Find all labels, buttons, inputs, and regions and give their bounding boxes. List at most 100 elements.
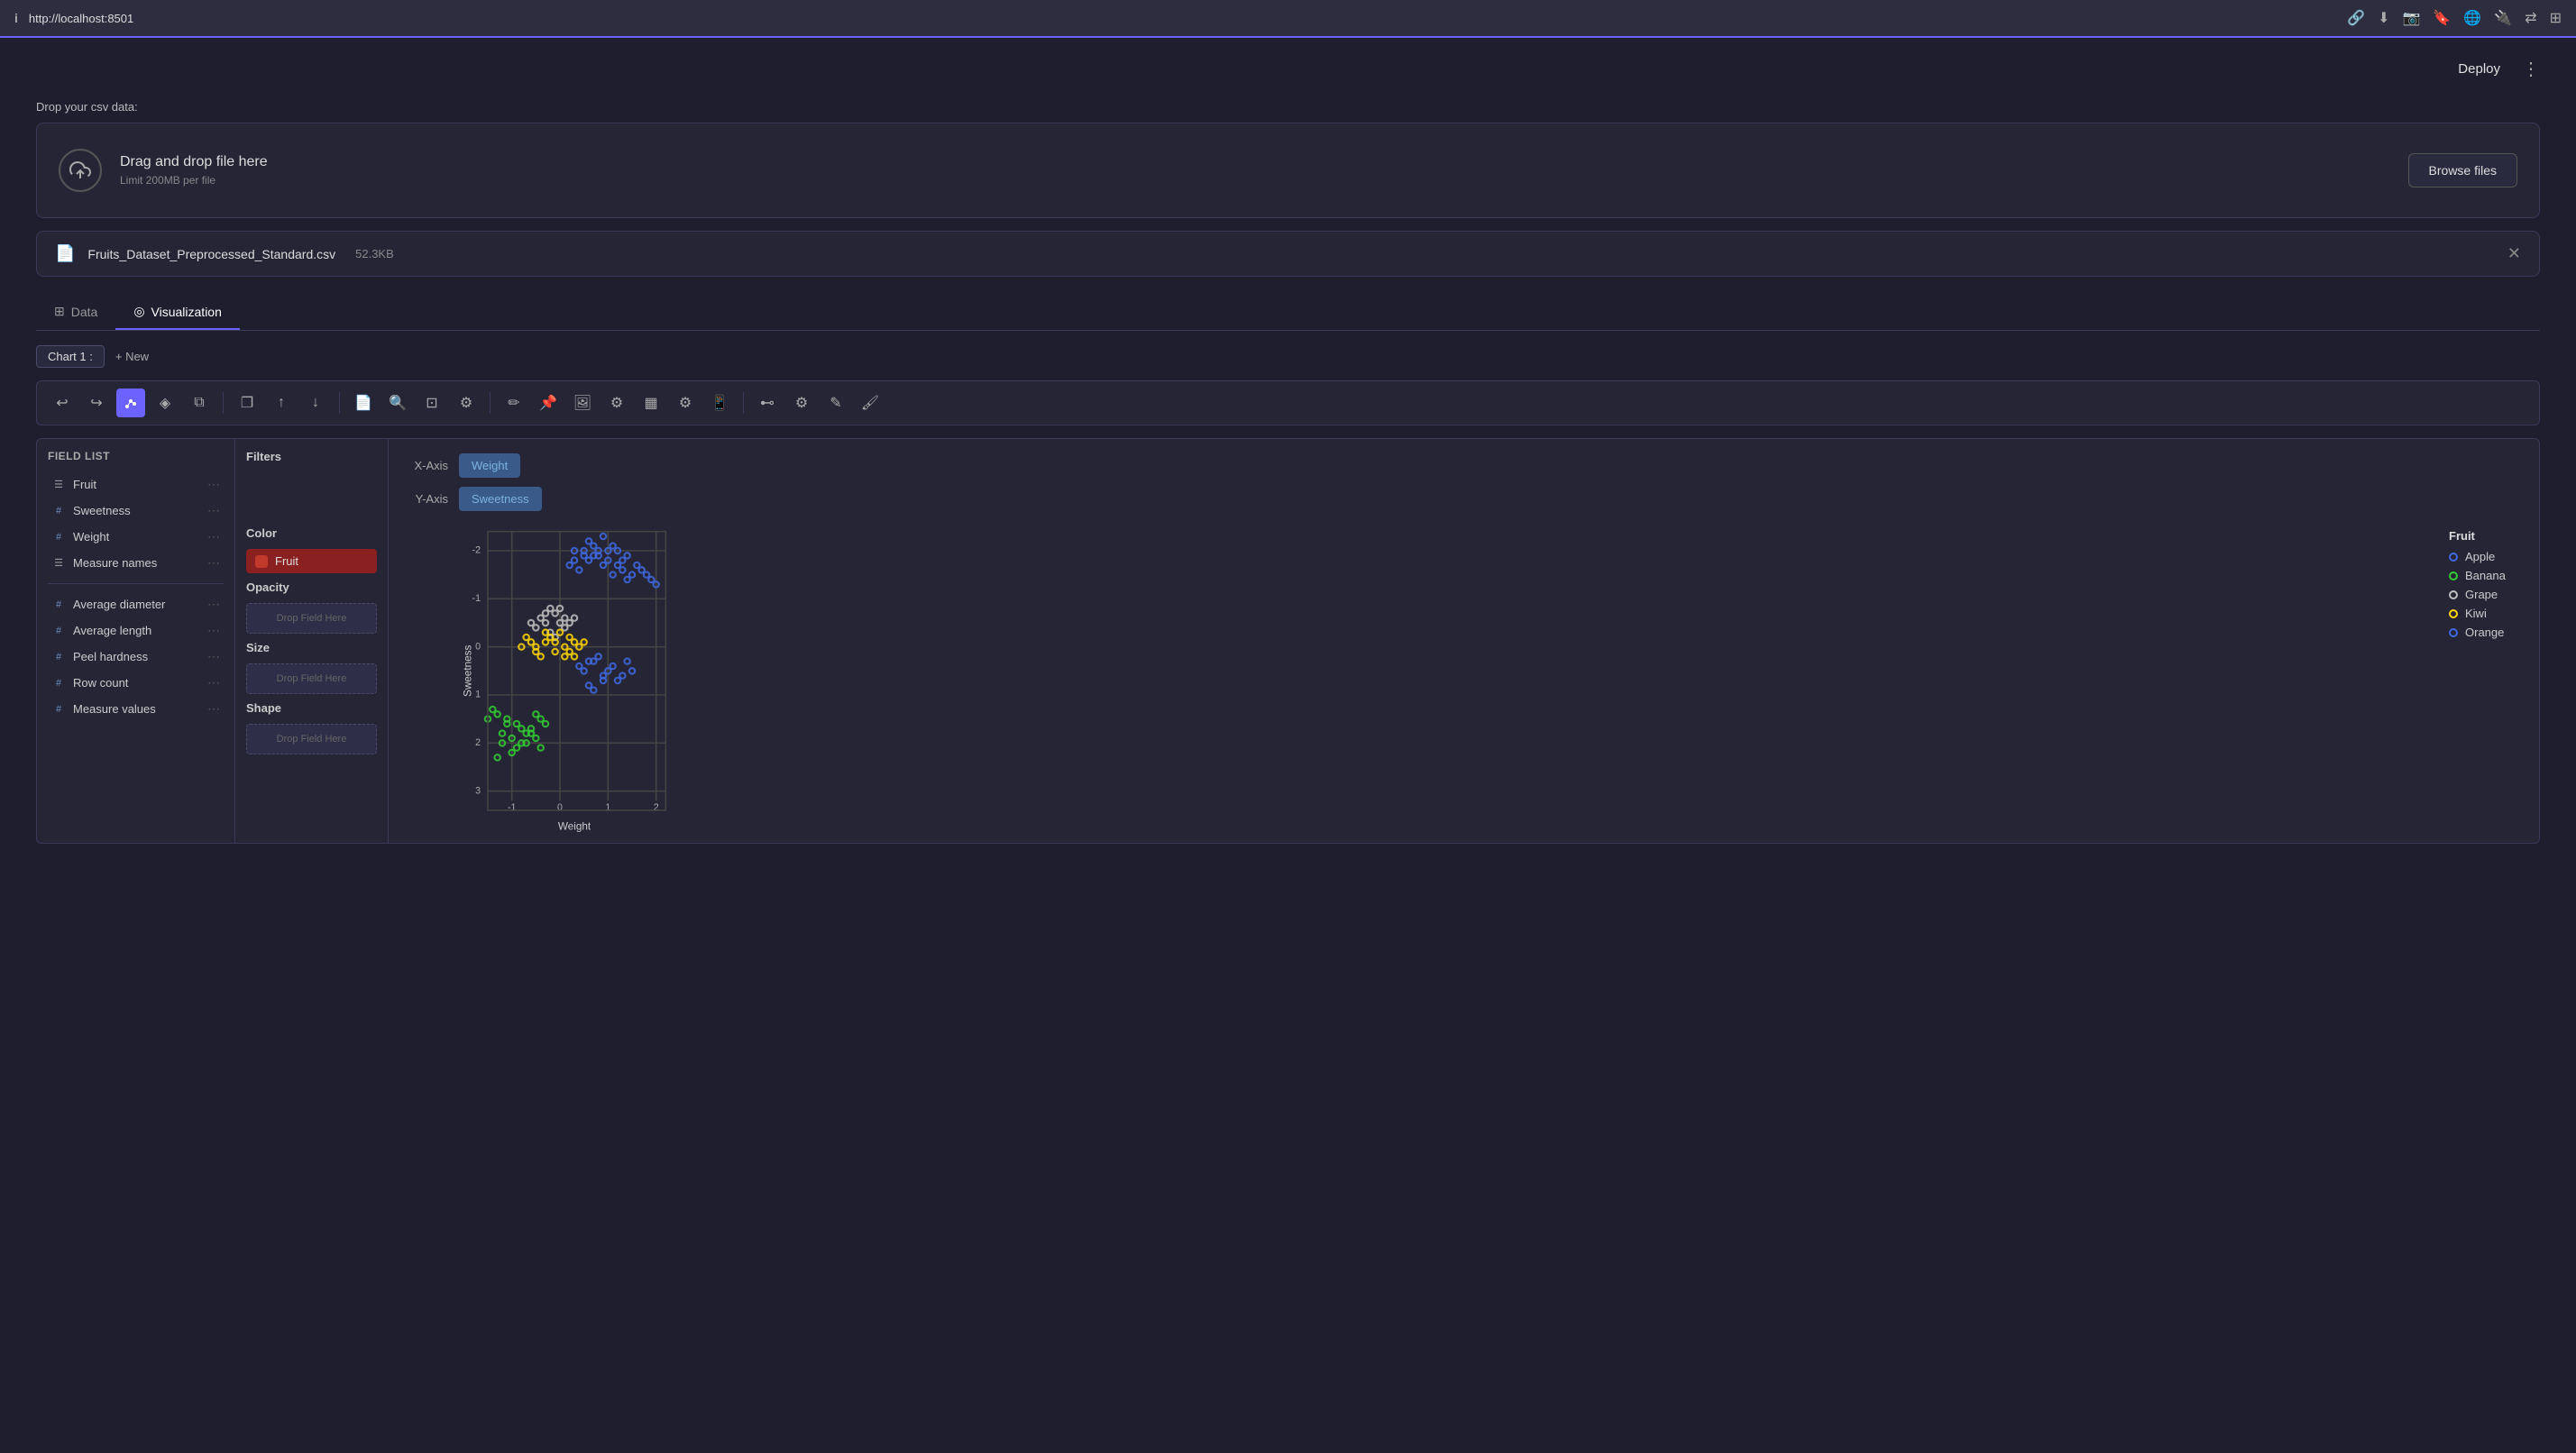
field-list-title: Field List bbox=[48, 450, 224, 462]
brush-button[interactable]: 🖌 bbox=[856, 388, 885, 417]
color-field-chip[interactable]: Fruit bbox=[246, 549, 377, 573]
redo-button[interactable]: ↪ bbox=[82, 388, 111, 417]
opacity-drop-zone[interactable]: Drop Field Here bbox=[246, 603, 377, 634]
field-item-fruit[interactable]: ☰ Fruit ⋯ bbox=[48, 471, 224, 498]
pin-button[interactable]: 📌 bbox=[534, 388, 563, 417]
svg-text:-2: -2 bbox=[472, 545, 481, 556]
chart-tabs: Chart 1 : + New bbox=[36, 345, 2540, 368]
more-menu-icon[interactable]: ⋮ bbox=[2522, 58, 2540, 80]
chart-1-tab[interactable]: Chart 1 : bbox=[36, 345, 105, 368]
color-chip-dot bbox=[255, 555, 268, 568]
field-more-weight[interactable]: ⋯ bbox=[207, 529, 220, 544]
legend-label-banana: Banana bbox=[2465, 569, 2506, 582]
legend-item-banana: Banana bbox=[2449, 569, 2510, 582]
field-more-peel-hardness[interactable]: ⋯ bbox=[207, 649, 220, 664]
field-name-row-count: Row count bbox=[73, 676, 200, 690]
size-drop-zone[interactable]: Drop Field Here bbox=[246, 663, 377, 694]
field-more-avg-length[interactable]: ⋯ bbox=[207, 623, 220, 638]
field-item-measure-values[interactable]: # Measure values ⋯ bbox=[48, 696, 224, 722]
file-close-button[interactable]: ✕ bbox=[2507, 244, 2521, 263]
browser-download-icon[interactable]: ⬇ bbox=[2378, 9, 2389, 27]
field-item-avg-length[interactable]: # Average length ⋯ bbox=[48, 617, 224, 644]
browser-bookmark-icon[interactable]: 🔖 bbox=[2433, 9, 2451, 27]
field-more-measure-names[interactable]: ⋯ bbox=[207, 555, 220, 571]
y-axis-field-button[interactable]: Sweetness bbox=[459, 487, 542, 511]
layers-button[interactable]: ⧉ bbox=[185, 388, 214, 417]
shape-drop-zone[interactable]: Drop Field Here bbox=[246, 724, 377, 754]
field-item-weight[interactable]: # Weight ⋯ bbox=[48, 524, 224, 550]
fit-button[interactable]: ⊡ bbox=[417, 388, 446, 417]
table-button[interactable]: ▦ bbox=[637, 388, 665, 417]
browser-home-icon[interactable]: ⊞ bbox=[2550, 9, 2562, 27]
settings-button[interactable]: ⚙ bbox=[452, 388, 481, 417]
align-up-button[interactable]: ↑ bbox=[267, 388, 296, 417]
browse-files-button[interactable]: Browse files bbox=[2408, 153, 2517, 187]
link-button[interactable]: ⊷ bbox=[753, 388, 782, 417]
mark-button[interactable]: ◈ bbox=[151, 388, 179, 417]
field-name-fruit: Fruit bbox=[73, 478, 200, 491]
y-axis-row: Y-Axis Sweetness bbox=[403, 487, 2525, 511]
tab-data[interactable]: ⊞ Data bbox=[36, 295, 115, 330]
x-axis-label: X-Axis bbox=[403, 459, 448, 472]
browser-globe-icon[interactable]: 🌐 bbox=[2463, 9, 2481, 27]
upload-zone[interactable]: Drag and drop file here Limit 200MB per … bbox=[36, 123, 2540, 218]
field-icon-fruit: ☰ bbox=[51, 479, 66, 490]
zoom-out-button[interactable]: 🔍 bbox=[383, 388, 412, 417]
deploy-button[interactable]: Deploy bbox=[2447, 56, 2511, 82]
duplicate-button[interactable]: ❐ bbox=[233, 388, 261, 417]
field-item-avg-diameter[interactable]: # Average diameter ⋯ bbox=[48, 591, 224, 617]
tab-visualization[interactable]: ◎ Visualization bbox=[115, 295, 240, 330]
file-name: Fruits_Dataset_Preprocessed_Standard.csv bbox=[87, 247, 335, 261]
browser-link-icon[interactable]: 🔗 bbox=[2347, 9, 2365, 27]
browser-arrows-icon[interactable]: ⇄ bbox=[2525, 9, 2536, 27]
app-header: Deploy ⋮ bbox=[36, 56, 2540, 82]
field-item-measure-names[interactable]: ☰ Measure names ⋯ bbox=[48, 550, 224, 576]
legend-item-grape: Grape bbox=[2449, 588, 2510, 601]
svg-text:1: 1 bbox=[475, 690, 481, 700]
field-more-sweetness[interactable]: ⋯ bbox=[207, 503, 220, 518]
field-more-row-count[interactable]: ⋯ bbox=[207, 675, 220, 690]
field-more-fruit[interactable]: ⋯ bbox=[207, 477, 220, 492]
svg-text:2: 2 bbox=[654, 802, 659, 813]
upload-sub-text: Limit 200MB per file bbox=[120, 174, 2390, 187]
upload-text: Drag and drop file here Limit 200MB per … bbox=[120, 154, 2390, 187]
svg-text:0: 0 bbox=[557, 802, 563, 813]
data-tab-label: Data bbox=[71, 305, 98, 319]
pencil-button[interactable]: ✎ bbox=[821, 388, 850, 417]
field-icon-avg-length: # bbox=[51, 626, 66, 636]
annotate-button[interactable]: ✏ bbox=[500, 388, 528, 417]
color-field-label: Fruit bbox=[275, 554, 298, 568]
align-down-button[interactable]: ↓ bbox=[301, 388, 330, 417]
browser-camera-icon[interactable]: 📷 bbox=[2403, 9, 2421, 27]
link-settings-button[interactable]: ⚙ bbox=[787, 388, 816, 417]
table-settings-button[interactable]: ⚙ bbox=[671, 388, 700, 417]
x-axis-field-button[interactable]: Weight bbox=[459, 453, 520, 478]
new-chart-tab-button[interactable]: + New bbox=[115, 350, 149, 363]
undo-button[interactable]: ↩ bbox=[48, 388, 77, 417]
svg-text:-1: -1 bbox=[472, 593, 481, 604]
image-settings-button[interactable]: ⚙ bbox=[602, 388, 631, 417]
toolbar-sep-1 bbox=[223, 392, 224, 414]
field-item-peel-hardness[interactable]: # Peel hardness ⋯ bbox=[48, 644, 224, 670]
chart-type-button[interactable] bbox=[116, 388, 145, 417]
field-item-sweetness[interactable]: # Sweetness ⋯ bbox=[48, 498, 224, 524]
field-more-avg-diameter[interactable]: ⋯ bbox=[207, 597, 220, 612]
field-more-measure-values[interactable]: ⋯ bbox=[207, 701, 220, 717]
browser-extension-icon[interactable]: 🔌 bbox=[2494, 9, 2512, 27]
legend-item-apple: Apple bbox=[2449, 550, 2510, 563]
legend-label-grape: Grape bbox=[2465, 588, 2498, 601]
app-container: Deploy ⋮ Drop your csv data: Drag and dr… bbox=[0, 38, 2576, 1453]
legend-dot-orange bbox=[2449, 628, 2458, 637]
phone-view-button[interactable]: 📱 bbox=[705, 388, 734, 417]
field-name-measure-values: Measure values bbox=[73, 702, 200, 716]
export-button[interactable]: 📄 bbox=[349, 388, 378, 417]
chart-area: X-Axis Weight Y-Axis Sweetness .tick-lin… bbox=[389, 439, 2539, 843]
toolbar-sep-2 bbox=[339, 392, 340, 414]
field-item-row-count[interactable]: # Row count ⋯ bbox=[48, 670, 224, 696]
data-tab-icon: ⊞ bbox=[54, 304, 65, 319]
upload-icon bbox=[59, 149, 102, 192]
color-label: Color bbox=[246, 526, 377, 540]
filters-panel: Filters Color Fruit Opacity Drop Field H… bbox=[235, 439, 389, 843]
image-button[interactable]: 🖼 bbox=[568, 388, 597, 417]
file-size: 52.3KB bbox=[355, 247, 394, 260]
